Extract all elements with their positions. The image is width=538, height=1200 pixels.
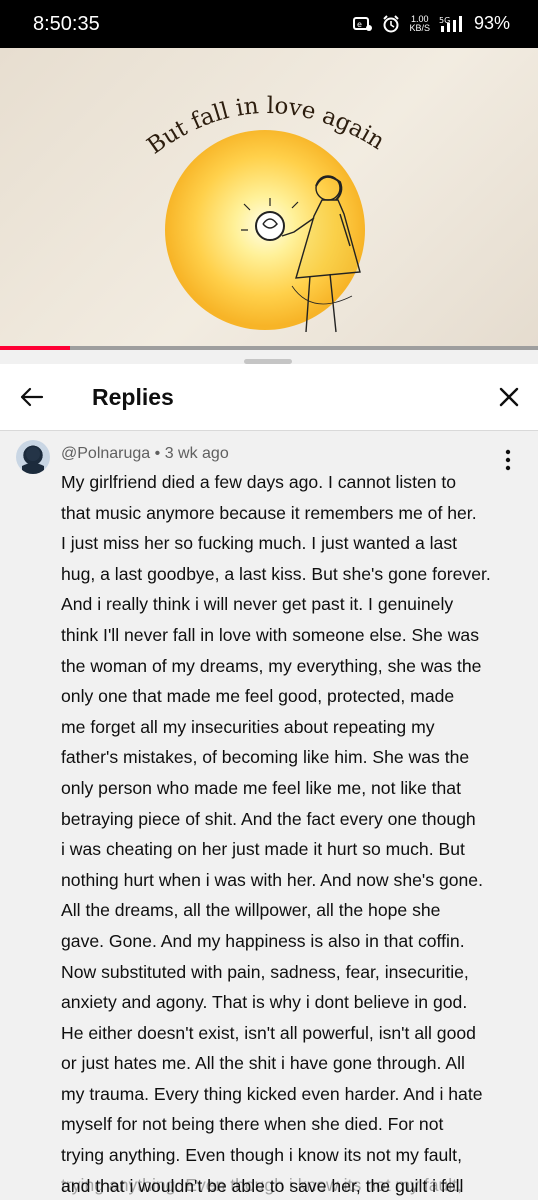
- avatar[interactable]: [16, 440, 50, 474]
- comment-meta: @Polnaruga • 3 wk ago: [61, 445, 229, 463]
- status-bar: 8:50:35 e 1.00 KB/S 5G 93%: [0, 0, 538, 48]
- comment-age: 3 wk ago: [164, 445, 229, 462]
- avatar-image: [22, 447, 44, 474]
- back-arrow-icon[interactable]: [14, 379, 50, 415]
- data-saver-icon: e: [353, 16, 373, 31]
- header-divider: [0, 430, 538, 431]
- page-title: Replies: [92, 384, 174, 410]
- status-icons: e 1.00 KB/S 5G 93%: [353, 13, 510, 34]
- alarm-icon: [383, 14, 400, 32]
- status-time: 8:50:35: [33, 13, 100, 35]
- video-frame: But fall in love again: [143, 93, 389, 333]
- video-player[interactable]: But fall in love again: [0, 48, 538, 348]
- meta-separator: •: [150, 445, 165, 462]
- close-icon[interactable]: [491, 379, 527, 415]
- replies-header: Replies: [0, 364, 538, 430]
- battery-percent: 93%: [473, 13, 510, 33]
- replies-panel: Replies @Polnaruga • 3 wk ago My girlfri…: [0, 350, 538, 1200]
- net-speed: 1.00 KB/S: [409, 14, 430, 33]
- net-speed-unit: KB/S: [409, 22, 430, 33]
- comment-author[interactable]: @Polnaruga: [61, 445, 150, 462]
- comment-text: My girlfriend died a few days ago. I can…: [61, 472, 491, 1196]
- signal-icon: 5G: [439, 15, 462, 32]
- svg-text:e: e: [357, 20, 362, 29]
- comment-text-echo: trying anything. Even though i know its …: [61, 1175, 462, 1195]
